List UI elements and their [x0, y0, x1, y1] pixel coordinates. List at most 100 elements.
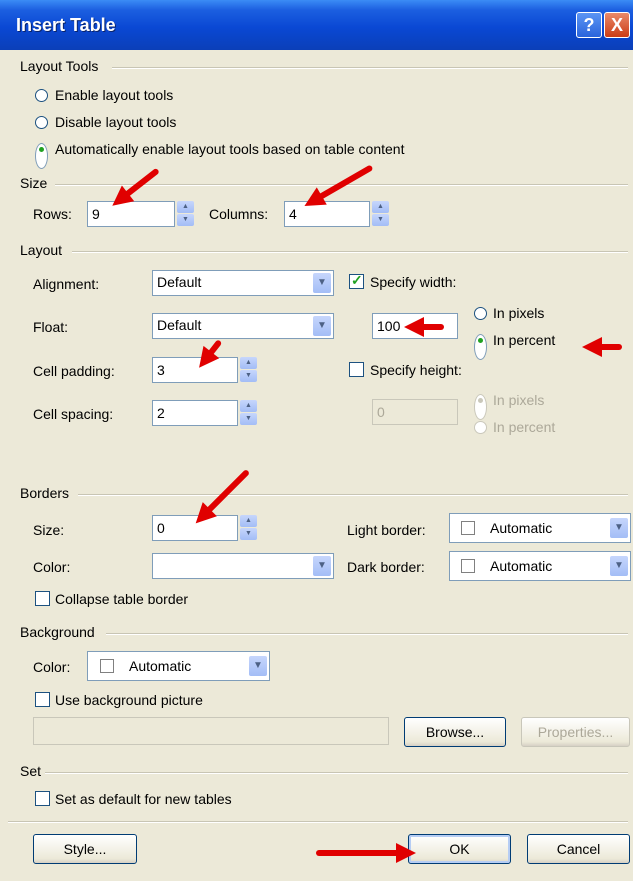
group-divider — [72, 251, 628, 253]
color-swatch — [100, 659, 114, 673]
group-divider — [78, 494, 628, 496]
light-border-value: Automatic — [490, 520, 553, 536]
group-divider — [45, 772, 628, 774]
specify-height-checkbox[interactable] — [349, 362, 364, 377]
chevron-down-icon[interactable]: ▼ — [313, 316, 331, 336]
spin-down-icon[interactable]: ▼ — [177, 214, 194, 226]
alignment-select[interactable]: Default ▼ — [152, 270, 334, 296]
radio-width-in-percent[interactable] — [474, 334, 487, 360]
alignment-value: Default — [157, 274, 202, 290]
dark-border-select[interactable]: Automatic ▼ — [449, 551, 631, 581]
close-button[interactable]: X — [604, 12, 630, 38]
help-button[interactable]: ? — [576, 12, 602, 38]
group-layout: Layout — [20, 242, 63, 258]
label-cell-padding: Cell padding: — [33, 363, 115, 379]
color-swatch — [461, 521, 475, 535]
label-height-in-percent: In percent — [493, 419, 556, 435]
group-background: Background — [20, 624, 95, 640]
annotation-arrow-icon — [123, 167, 160, 199]
title-bar: Insert Table ? X — [0, 0, 633, 50]
label-border-color: Color: — [33, 559, 71, 575]
spin-down-icon[interactable]: ▼ — [240, 413, 257, 425]
spin-up-icon[interactable]: ▲ — [177, 201, 194, 213]
annotation-arrow-icon — [420, 324, 444, 330]
spin-up-icon[interactable]: ▲ — [372, 201, 389, 213]
label-collapse-border: Collapse table border — [55, 591, 189, 607]
spin-up-icon[interactable]: ▲ — [240, 357, 257, 369]
rows-input[interactable]: 9 — [87, 201, 175, 227]
chevron-down-icon[interactable]: ▼ — [313, 556, 331, 576]
label-dark-border: Dark border: — [347, 559, 425, 575]
ok-button[interactable]: OK — [408, 834, 511, 864]
radio-height-in-percent[interactable] — [474, 421, 487, 434]
height-input[interactable]: 0 — [372, 399, 458, 425]
float-value: Default — [157, 317, 202, 333]
float-select[interactable]: Default ▼ — [152, 313, 334, 339]
label-auto-layout-tools: Automatically enable layout tools based … — [55, 141, 405, 157]
label-light-border: Light border: — [347, 522, 426, 538]
spin-up-icon[interactable]: ▲ — [240, 515, 257, 527]
label-set-default: Set as default for new tables — [55, 791, 232, 807]
dialog-title: Insert Table — [16, 15, 116, 35]
label-width-in-pixels: In pixels — [493, 305, 545, 321]
label-width-in-percent: In percent — [493, 332, 556, 348]
label-enable-layout-tools: Enable layout tools — [55, 87, 174, 103]
annotation-arrow-icon — [316, 843, 416, 863]
properties-button[interactable]: Properties... — [521, 717, 630, 747]
group-borders: Borders — [20, 485, 70, 501]
label-height-in-pixels: In pixels — [493, 392, 545, 408]
label-specify-width: Specify width: — [370, 274, 457, 290]
set-default-checkbox[interactable] — [35, 791, 50, 806]
label-float: Float: — [33, 319, 69, 335]
footer-divider — [8, 821, 628, 823]
style-button[interactable]: Style... — [33, 834, 137, 864]
annotation-arrow-icon — [598, 344, 622, 350]
light-border-select[interactable]: Automatic ▼ — [449, 513, 631, 543]
radio-disable-layout-tools[interactable] — [35, 116, 48, 129]
background-color-value: Automatic — [129, 658, 192, 674]
insert-table-dialog: Insert Table ? X Layout Tools Enable lay… — [0, 0, 633, 881]
columns-spinner[interactable]: ▲ ▼ — [372, 201, 389, 227]
spin-down-icon[interactable]: ▼ — [240, 528, 257, 540]
chevron-down-icon[interactable]: ▼ — [313, 273, 331, 293]
group-divider — [112, 67, 628, 69]
label-disable-layout-tools: Disable layout tools — [55, 114, 177, 130]
chevron-down-icon[interactable]: ▼ — [610, 518, 628, 538]
specify-width-checkbox[interactable] — [349, 272, 364, 289]
dark-border-value: Automatic — [490, 558, 553, 574]
border-size-spinner[interactable]: ▲ ▼ — [240, 515, 257, 541]
chevron-down-icon[interactable]: ▼ — [249, 656, 267, 676]
label-cell-spacing: Cell spacing: — [33, 406, 114, 422]
annotation-arrow-icon — [316, 164, 374, 201]
cell-spacing-input[interactable]: 2 — [152, 400, 238, 426]
spin-up-icon[interactable]: ▲ — [240, 400, 257, 412]
border-color-select[interactable]: ▼ — [152, 553, 334, 579]
group-divider — [106, 633, 628, 635]
background-color-select[interactable]: Automatic ▼ — [87, 651, 270, 681]
background-picture-path-input[interactable] — [33, 717, 389, 745]
radio-height-in-pixels[interactable] — [474, 394, 487, 420]
annotation-arrow-icon — [204, 468, 251, 515]
collapse-border-checkbox[interactable] — [35, 591, 50, 606]
cell-padding-spinner[interactable]: ▲ ▼ — [240, 357, 257, 383]
label-border-size: Size: — [33, 522, 65, 538]
label-alignment: Alignment: — [33, 276, 100, 292]
group-size: Size — [20, 175, 48, 191]
columns-input[interactable]: 4 — [284, 201, 370, 227]
use-background-picture-checkbox[interactable] — [35, 692, 50, 707]
spin-down-icon[interactable]: ▼ — [240, 370, 257, 382]
group-set: Set — [20, 763, 42, 779]
browse-button[interactable]: Browse... — [404, 717, 506, 747]
spin-down-icon[interactable]: ▼ — [372, 214, 389, 226]
radio-width-in-pixels[interactable] — [474, 307, 487, 320]
cancel-button[interactable]: Cancel — [527, 834, 630, 864]
label-specify-height: Specify height: — [370, 362, 462, 378]
rows-spinner[interactable]: ▲ ▼ — [177, 201, 194, 227]
radio-auto-layout-tools[interactable] — [35, 143, 48, 169]
radio-enable-layout-tools[interactable] — [35, 89, 48, 102]
color-swatch — [461, 559, 475, 573]
label-rows: Rows: — [33, 206, 72, 222]
cell-spacing-spinner[interactable]: ▲ ▼ — [240, 400, 257, 426]
chevron-down-icon[interactable]: ▼ — [610, 556, 628, 576]
label-use-background-picture: Use background picture — [55, 692, 203, 708]
